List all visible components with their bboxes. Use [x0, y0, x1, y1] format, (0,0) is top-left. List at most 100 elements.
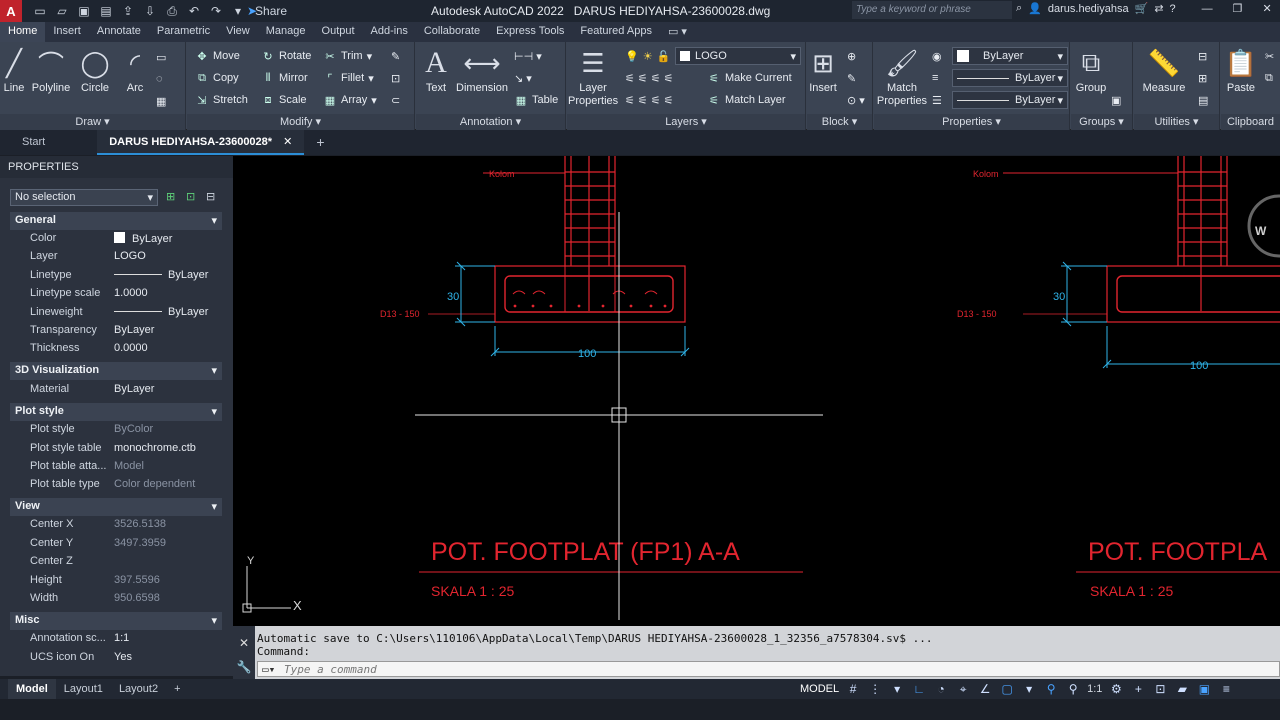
- section-misc[interactable]: Misc ▾: [10, 612, 222, 630]
- properties-panel-label[interactable]: Properties ▾: [874, 114, 1069, 130]
- leader-icon[interactable]: ↘ ▾: [514, 69, 532, 87]
- cart-icon[interactable]: 🛒: [1135, 2, 1149, 15]
- open-web-icon[interactable]: ⇩: [140, 2, 160, 20]
- restore-icon[interactable]: ❐: [1233, 2, 1243, 15]
- document-tab[interactable]: DARUS HEDIYAHSA-23600028* ✕: [97, 130, 305, 155]
- prop-row-layer[interactable]: Layer LOGO: [10, 248, 222, 266]
- layout-tab-model[interactable]: Model: [8, 679, 56, 699]
- mirror-button[interactable]: ⫴ Mirror: [261, 69, 308, 87]
- exchange-icon[interactable]: ⇄: [1154, 2, 1163, 15]
- stretch-button[interactable]: ⇲ Stretch: [195, 91, 247, 109]
- paste-button[interactable]: 📋 Paste: [1217, 46, 1265, 95]
- layer-dropdown[interactable]: LOGO ▾: [675, 47, 801, 65]
- layer-tools-row-2[interactable]: ⚟ ⚟ ⚟ ⚟: [625, 91, 674, 109]
- gradient-icon[interactable]: ▦: [156, 92, 166, 110]
- color-wheel-icon[interactable]: ◉: [932, 47, 942, 65]
- array-button[interactable]: ▦ Array ▾: [323, 91, 377, 109]
- close-command-icon[interactable]: ✕: [233, 636, 255, 650]
- edit-attributes-icon[interactable]: ⊙ ▾: [847, 91, 865, 109]
- annotation-visibility-icon[interactable]: ⚲: [1043, 681, 1059, 697]
- selection-dropdown[interactable]: No selection ▾: [10, 189, 158, 206]
- prop-row-linetype-scale[interactable]: Linetype scale 1.0000: [10, 285, 222, 303]
- annotation-panel-label[interactable]: Annotation ▾: [416, 114, 565, 130]
- ribbon-toggle-icon[interactable]: ▭ ▾: [660, 22, 695, 42]
- quick-select-icon[interactable]: ⊟: [206, 190, 215, 203]
- new-tab-icon[interactable]: +: [304, 130, 336, 155]
- lineweight-icon[interactable]: ☰: [932, 91, 942, 109]
- prop-row-plot-style[interactable]: Plot style ByColor: [10, 421, 222, 439]
- prop-row-material[interactable]: Material ByLayer: [10, 381, 222, 399]
- share-button[interactable]: ➤ Share: [247, 2, 287, 20]
- match-layer-button[interactable]: ⚟ Match Layer: [707, 91, 785, 109]
- section-general[interactable]: General ▾: [10, 212, 222, 230]
- redo-icon[interactable]: ↷: [206, 2, 226, 20]
- model-space-toggle[interactable]: MODEL: [800, 683, 839, 695]
- prop-row-plot-table-type[interactable]: Plot table type Color dependent: [10, 476, 222, 494]
- toggle-pickadd-icon[interactable]: ⊞: [166, 190, 175, 203]
- open-file-icon[interactable]: ▱: [52, 2, 72, 20]
- linetype-dropdown[interactable]: ByLayer ▾: [952, 69, 1068, 87]
- section-view[interactable]: View ▾: [10, 498, 222, 516]
- tab-manage[interactable]: Manage: [258, 22, 314, 42]
- command-input[interactable]: ▭▾ Type a command: [257, 661, 1280, 677]
- tab-annotate[interactable]: Annotate: [89, 22, 149, 42]
- polar-icon[interactable]: ◔: [933, 681, 949, 697]
- move-button[interactable]: ✥ Move: [195, 47, 240, 65]
- clipboard-panel-label[interactable]: Clipboard: [1221, 114, 1280, 130]
- copy-button[interactable]: ⧉ Copy: [195, 69, 239, 87]
- isolate-icon[interactable]: ⊡: [1152, 681, 1168, 697]
- draw-panel-label[interactable]: Draw ▾: [0, 114, 185, 130]
- save-icon[interactable]: ▣: [74, 2, 94, 20]
- dimension-button[interactable]: ⟷ Dimension: [456, 46, 508, 95]
- annotation-scale-value[interactable]: 1:1: [1087, 683, 1102, 695]
- tab-insert[interactable]: Insert: [45, 22, 89, 42]
- prop-row-thickness[interactable]: Thickness 0.0000: [10, 340, 222, 358]
- isodraft-icon[interactable]: ⌖: [955, 681, 971, 697]
- arc-button[interactable]: ◜ Arc: [111, 46, 159, 95]
- quick-select-icon[interactable]: ⊟: [1198, 47, 1207, 65]
- tab-collaborate[interactable]: Collaborate: [416, 22, 488, 42]
- ortho-icon[interactable]: ∟: [911, 681, 927, 697]
- auto-scale-icon[interactable]: ⚲: [1065, 681, 1081, 697]
- prop-row-transparency[interactable]: Transparency ByLayer: [10, 322, 222, 340]
- offset-icon[interactable]: ⊂: [391, 91, 400, 109]
- match-properties-button[interactable]: 🖌 Match Properties: [876, 46, 928, 108]
- drawing-canvas[interactable]: Kolom D13 - 150 30 100 Kolom D13 - 150 3…: [233, 156, 1280, 626]
- prop-row-annotation-scale[interactable]: Annotation sc... 1:1: [10, 630, 222, 648]
- rectangle-icon[interactable]: ▭: [156, 48, 166, 66]
- trim-button[interactable]: ✂ Trim ▾: [323, 47, 372, 65]
- text-button[interactable]: A Text: [412, 46, 460, 94]
- tab-add-ins[interactable]: Add-ins: [363, 22, 416, 42]
- cut-icon[interactable]: ✂: [1265, 47, 1274, 65]
- tab-home[interactable]: Home: [0, 22, 46, 42]
- search-input[interactable]: Type a keyword or phrase: [852, 1, 1012, 19]
- group-button[interactable]: ⧉ Group: [1067, 46, 1115, 94]
- new-file-icon[interactable]: ▭: [30, 2, 50, 20]
- tab-view[interactable]: View: [218, 22, 258, 42]
- rotate-button[interactable]: ↻ Rotate: [261, 47, 311, 65]
- undo-icon[interactable]: ↶: [184, 2, 204, 20]
- grid-icon[interactable]: #: [845, 681, 861, 697]
- add-layout-icon[interactable]: +: [166, 679, 188, 699]
- copy-clip-icon[interactable]: ⧉: [1265, 69, 1273, 87]
- section-3d-visualization[interactable]: 3D Visualization ▾: [10, 362, 222, 380]
- group-select-icon[interactable]: ▣: [1111, 91, 1121, 109]
- layer-tools-row-1[interactable]: ⚟ ⚟ ⚟ ⚟: [625, 69, 674, 87]
- object-snap-tracking-icon[interactable]: ∠: [977, 681, 993, 697]
- layer-properties-button[interactable]: ☰ Layer Properties: [568, 46, 618, 108]
- select-all-icon[interactable]: ⊞: [1198, 69, 1207, 87]
- calculator-icon[interactable]: ▤: [1198, 91, 1208, 109]
- tab-featured-apps[interactable]: Featured Apps: [572, 22, 660, 42]
- hatch-icon[interactable]: ◌: [156, 70, 163, 88]
- color-dropdown[interactable]: ByLayer ▾: [952, 47, 1068, 65]
- layer-state-icons[interactable]: 💡 ☀ 🔓: [625, 47, 670, 65]
- polyline-button[interactable]: ⌒ Polyline: [27, 46, 75, 95]
- customize-command-icon[interactable]: 🔧: [233, 660, 255, 674]
- layout-tab-layout2[interactable]: Layout2: [111, 679, 166, 699]
- user-icon[interactable]: 👤: [1028, 2, 1042, 15]
- close-icon[interactable]: ✕: [1263, 2, 1272, 15]
- tab-parametric[interactable]: Parametric: [149, 22, 218, 42]
- chevron-down-icon[interactable]: ▾: [889, 681, 905, 697]
- hardware-acceleration-icon[interactable]: ▰: [1174, 681, 1190, 697]
- tab-express-tools[interactable]: Express Tools: [488, 22, 572, 42]
